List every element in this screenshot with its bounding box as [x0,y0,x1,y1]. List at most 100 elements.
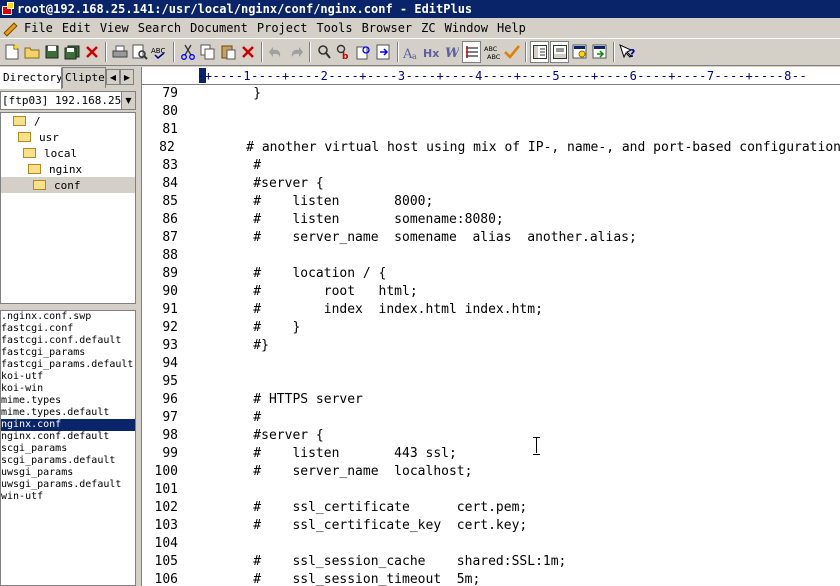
editor-pane[interactable]: -+----1----+----2----+----3----+----4---… [141,67,840,586]
code-line[interactable]: 95 [142,373,840,391]
tree-item-conf[interactable]: conf [1,177,135,193]
menu-tools[interactable]: Tools [312,21,357,35]
code-line[interactable]: 84 #server { [142,175,840,193]
code-line[interactable]: 92 # } [142,319,840,337]
code-line[interactable]: 97 # [142,409,840,427]
code-line[interactable]: 83 # [142,157,840,175]
code-line[interactable]: 99 # listen 443 ssl; [142,445,840,463]
code-line[interactable]: 100 # server_name localhost; [142,463,840,481]
menu-project[interactable]: Project [253,21,313,35]
save-icon[interactable] [42,41,61,63]
file-list-item[interactable]: mime.types.default [1,407,135,419]
menu-search[interactable]: Search [134,21,186,35]
replace-icon[interactable]: b [334,41,353,63]
file-list-item[interactable]: nginx.conf [1,419,135,431]
code-line[interactable]: 79 } [142,85,840,103]
code-line[interactable]: 82 # another virtual host using mix of I… [142,139,840,157]
code-line[interactable]: 91 # index index.html index.htm; [142,301,840,319]
code-line[interactable]: 102 # ssl_certificate cert.pem; [142,499,840,517]
title-bar[interactable]: root@192.168.25.141:/usr/local/nginx/con… [0,0,840,18]
check-icon[interactable] [502,41,521,63]
menu-zc[interactable]: ZC [417,21,440,35]
save-all-icon[interactable] [62,41,81,63]
code-line[interactable]: 89 # location / { [142,265,840,283]
code-line[interactable]: 81 [142,121,840,139]
tree-item-root[interactable]: / [13,113,41,129]
file-list-item[interactable]: fastcgi.conf [1,323,135,335]
tab-scroll-right-icon[interactable]: ▶ [120,69,134,85]
copy-icon[interactable] [198,41,217,63]
menu-document[interactable]: Document [186,21,253,35]
code-line[interactable]: 103 # ssl_certificate_key cert.key; [142,517,840,535]
code-line[interactable]: 88 [142,247,840,265]
tab-directory[interactable]: Directory [0,67,62,89]
file-list-item[interactable]: koi-win [1,383,135,395]
file-list-item[interactable]: fastcgi.conf.default [1,335,135,347]
chevron-down-icon[interactable]: ▼ [121,92,135,109]
file-list-item[interactable]: win-utf [1,491,135,503]
tree-item-local[interactable]: local [23,145,77,161]
print-preview-icon[interactable] [130,41,149,63]
close-file-icon[interactable] [82,41,101,63]
spell-check-icon[interactable]: ABC [150,41,169,63]
paste-icon[interactable] [218,41,237,63]
code-line[interactable]: 98 #server { [142,427,840,445]
editplus-app-icon[interactable] [1,2,15,16]
file-list-item[interactable]: fastcgi_params.default [1,359,135,371]
file-list-item[interactable]: mime.types [1,395,135,407]
spell-icon[interactable]: ABCABCD [482,41,501,63]
menu-help[interactable]: Help [493,21,531,35]
line-number-icon[interactable] [462,41,481,63]
find-icon[interactable] [314,41,333,63]
code-line[interactable]: 80 [142,103,840,121]
tree-item-nginx[interactable]: nginx [28,161,82,177]
tree-item-usr[interactable]: usr [18,129,59,145]
file-list-item[interactable]: koi-utf [1,371,135,383]
drive-select[interactable]: [ftp03] 192.168.25.141 ▼ [0,91,136,110]
font-icon[interactable]: Aa [402,41,421,63]
tab-cliptext[interactable]: Clipte [62,67,106,88]
redo-icon[interactable] [286,41,305,63]
directory-window-icon[interactable] [530,41,549,63]
tab-scroll-left-icon[interactable]: ◀ [106,69,120,85]
code-line[interactable]: 106 # ssl_session_timeout 5m; [142,571,840,586]
undo-icon[interactable] [266,41,285,63]
code-line[interactable]: 93 #} [142,337,840,355]
code-line[interactable]: 105 # ssl_session_cache shared:SSL:1m; [142,553,840,571]
file-list-item[interactable]: .nginx.conf.swp [1,311,135,323]
new-file-icon[interactable] [2,41,21,63]
code-line[interactable]: 86 # listen somename:8080; [142,211,840,229]
browser-icon[interactable] [570,41,589,63]
menu-edit[interactable]: Edit [58,21,96,35]
file-list-item[interactable]: scgi_params.default [1,455,135,467]
menu-window[interactable]: Window [441,21,493,35]
output-window-icon[interactable] [550,41,569,63]
code-area[interactable]: 79 } 80 81 82 # another virtual host using … [142,85,840,586]
menu-view[interactable]: View [96,21,134,35]
word-wrap-icon[interactable]: W [442,41,461,63]
code-line[interactable]: 101 [142,481,840,499]
file-list-item[interactable]: uwsgi_params.default [1,479,135,491]
open-file-icon[interactable] [22,41,41,63]
menu-browser[interactable]: Browser [358,21,418,35]
file-list-item[interactable]: uwsgi_params [1,467,135,479]
cut-icon[interactable] [178,41,197,63]
goto-icon[interactable] [374,41,393,63]
code-line[interactable]: 85 # listen 8000; [142,193,840,211]
preview-icon[interactable] [590,41,609,63]
print-icon[interactable] [110,41,129,63]
file-list-item[interactable]: scgi_params [1,443,135,455]
find-in-files-icon[interactable] [354,41,373,63]
code-line[interactable]: 104 [142,535,840,553]
file-list-item[interactable]: nginx.conf.default [1,431,135,443]
code-line[interactable]: 94 [142,355,840,373]
delete-icon[interactable] [238,41,257,63]
code-line[interactable]: 90 # root html; [142,283,840,301]
help-icon[interactable]: ? [618,41,637,63]
menu-file[interactable]: File [20,21,58,35]
code-line[interactable]: 87 # server_name somename alias another.… [142,229,840,247]
file-list-item[interactable]: fastcgi_params [1,347,135,359]
code-line[interactable]: 96 # HTTPS server [142,391,840,409]
hex-viewer-icon[interactable]: Hx [422,41,441,63]
gutter-gap [178,571,222,586]
